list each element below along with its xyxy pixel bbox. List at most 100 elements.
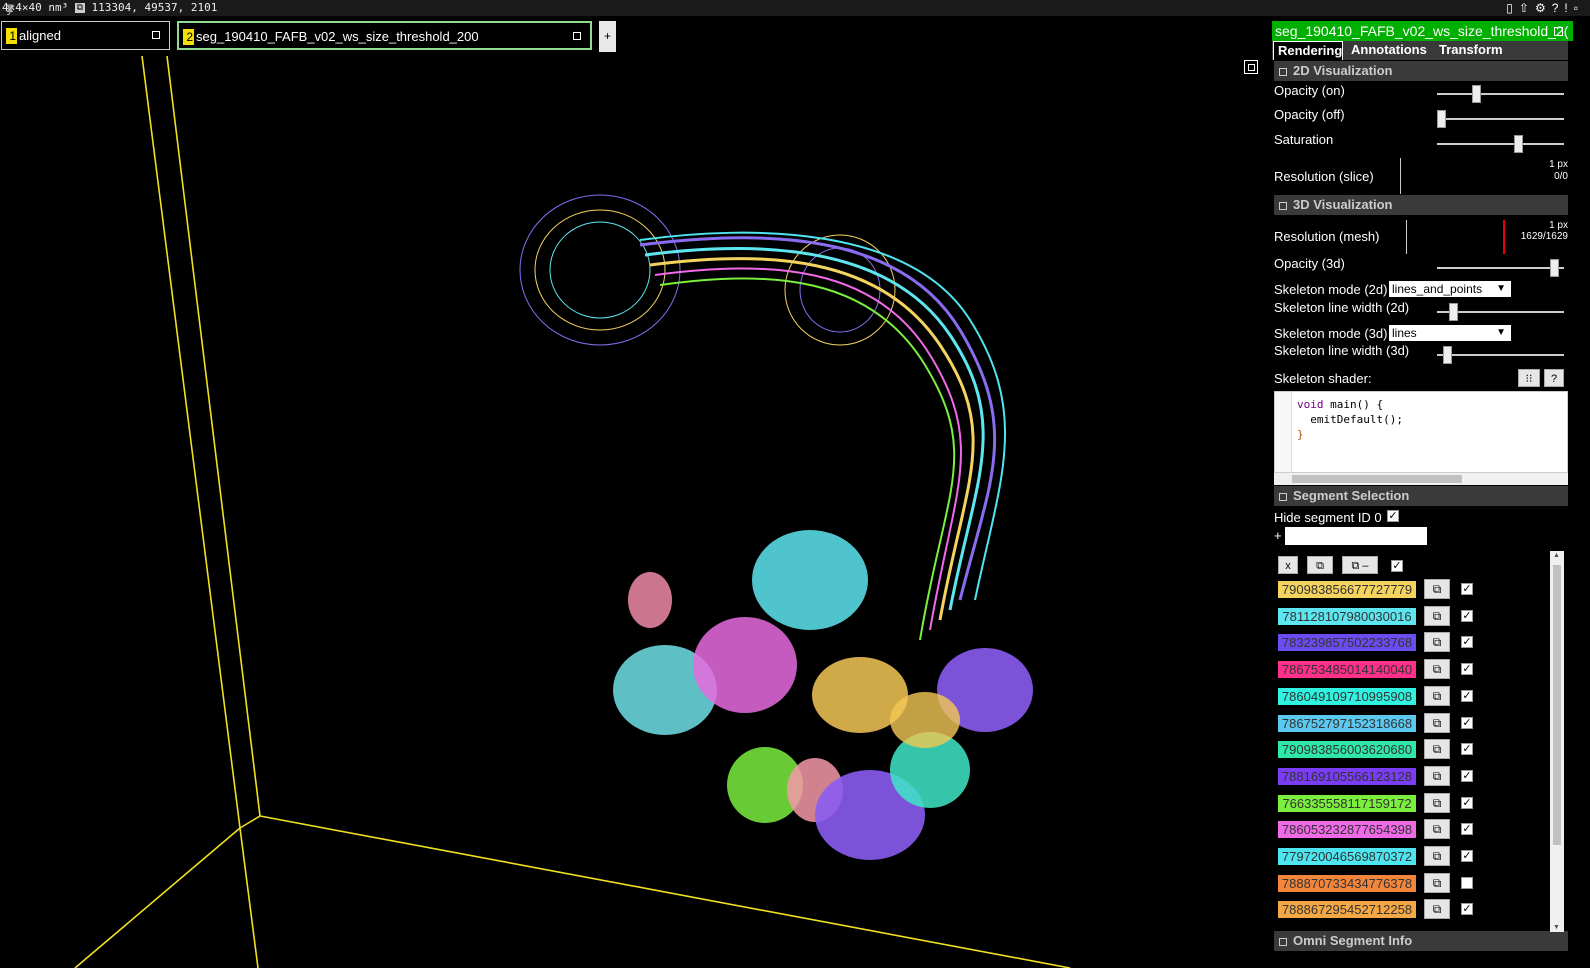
z-coordinate[interactable]: 2101: [191, 1, 218, 14]
add-segment-input[interactable]: [1285, 527, 1427, 545]
hide-segment-zero-checkbox[interactable]: ✓: [1387, 510, 1399, 522]
copy-segment-icon[interactable]: ⧉: [1424, 899, 1450, 920]
opacity-off-slider[interactable]: [1437, 110, 1564, 128]
segment-visibility-checkbox[interactable]: [1461, 876, 1473, 889]
layer-tab-segmentation[interactable]: 2 seg_190410_FAFB_v02_ws_size_threshold_…: [177, 21, 592, 50]
copy-segment-icon[interactable]: ⧉: [1424, 765, 1450, 786]
skeleton-width-2d-slider[interactable]: [1437, 303, 1564, 321]
segment-id-chip[interactable]: 790983856003620680: [1278, 741, 1416, 759]
copy-segment-icon[interactable]: ⧉: [1424, 739, 1450, 760]
shader-editor[interactable]: void main() { emitDefault(); }: [1274, 391, 1568, 473]
copy-segment-icon[interactable]: ⧉: [1424, 579, 1450, 599]
copy-visible-segments-button[interactable]: ⧉ –: [1342, 556, 1378, 574]
segment-id-chip[interactable]: 779720046569870372: [1278, 848, 1416, 865]
segment-id-chip[interactable]: 786753485014140040: [1278, 661, 1416, 679]
slider-thumb[interactable]: [1550, 259, 1560, 277]
copy-segment-icon[interactable]: ⧉: [1424, 632, 1450, 653]
segment-id-chip[interactable]: 783239857502233768: [1278, 634, 1416, 652]
segment-id-chip[interactable]: 786049109710995908: [1278, 687, 1416, 705]
scroll-up-icon[interactable]: ▲: [1553, 552, 1560, 559]
slider-thumb[interactable]: [1513, 135, 1523, 153]
segment-visibility-checkbox[interactable]: ✓: [1461, 636, 1473, 649]
copy-position-icon[interactable]: ⧉: [74, 3, 85, 13]
section-title: Omni Segment Info: [1293, 933, 1413, 948]
3d-viewport[interactable]: [0, 52, 1268, 968]
skeleton-width-3d-slider[interactable]: [1437, 346, 1564, 364]
copy-segment-icon[interactable]: ⧉: [1424, 792, 1450, 813]
copy-segment-icon[interactable]: ⧉: [1424, 659, 1450, 680]
segment-visibility-checkbox[interactable]: ✓: [1461, 583, 1473, 595]
slider-thumb[interactable]: [1472, 85, 1482, 103]
share-icon[interactable]: ⇧: [1519, 1, 1535, 15]
segment-visibility-checkbox[interactable]: ✓: [1461, 663, 1473, 676]
segment-visibility-checkbox[interactable]: ✓: [1461, 769, 1473, 782]
section-segment-selection[interactable]: Segment Selection: [1274, 486, 1568, 506]
segment-id-chip[interactable]: 790983856677727779: [1278, 581, 1416, 598]
copy-segments-button[interactable]: ⧉: [1307, 556, 1333, 574]
section-2d-visualization[interactable]: 2D Visualization: [1274, 61, 1568, 81]
slider-thumb[interactable]: [1437, 110, 1446, 128]
layout-icon[interactable]: ▯: [1506, 1, 1519, 15]
settings-icon[interactable]: ⚙: [1535, 1, 1552, 15]
shader-horizontal-scrollbar[interactable]: [1274, 473, 1568, 485]
segment-visibility-checkbox[interactable]: ✓: [1461, 609, 1473, 622]
toggle-all-segments-checkbox[interactable]: ✓: [1391, 560, 1403, 572]
help-icon[interactable]: ?: [1552, 1, 1565, 15]
scroll-down-icon[interactable]: ▼: [1553, 924, 1560, 931]
segment-visibility-checkbox[interactable]: ✓: [1461, 850, 1473, 862]
tab-annotations[interactable]: Annotations: [1347, 41, 1431, 60]
segment-id-chip[interactable]: 788169105566123128: [1278, 767, 1416, 785]
y-coordinate[interactable]: 49537: [144, 1, 177, 14]
segment-list-scrollbar[interactable]: ▲ ▼: [1550, 551, 1564, 932]
section-omni-segment-info[interactable]: Omni Segment Info: [1274, 931, 1568, 951]
segment-row: 766335558117159172 ⧉ ✓: [1270, 792, 1560, 820]
segment-visibility-checkbox[interactable]: ✓: [1461, 903, 1473, 916]
scrollbar-thumb[interactable]: [1553, 565, 1561, 845]
add-layer-button[interactable]: +: [599, 21, 616, 52]
copy-segment-icon[interactable]: ⧉: [1424, 685, 1450, 706]
shader-help-button[interactable]: ?: [1544, 369, 1564, 387]
segment-visibility-checkbox[interactable]: ✓: [1461, 743, 1473, 756]
skeleton-mode-3d-select[interactable]: lines ▼: [1389, 325, 1511, 341]
layer-tab-aligned[interactable]: 1 aligned: [1, 21, 170, 50]
close-panel-icon[interactable]: ▫: [1574, 1, 1584, 15]
segment-id-chip[interactable]: 786752797152318668: [1278, 714, 1416, 732]
warning-icon[interactable]: !: [1564, 1, 1573, 15]
segment-id-chip[interactable]: 786053232877654398: [1278, 821, 1416, 839]
section-3d-visualization[interactable]: 3D Visualization: [1274, 195, 1568, 215]
resolution-mesh-widget[interactable]: [1406, 220, 1407, 254]
clear-segments-button[interactable]: x: [1278, 556, 1298, 574]
segment-row: 788870733434776378 ⧉: [1270, 872, 1560, 900]
shader-expand-button[interactable]: ⁝⁝: [1518, 369, 1540, 387]
layer-close-icon[interactable]: [573, 32, 581, 40]
segment-row: 788169105566123128 ⧉ ✓: [1270, 765, 1560, 793]
layer-close-icon[interactable]: [152, 31, 160, 39]
skeleton-mode-2d-select[interactable]: lines_and_points ▼: [1389, 281, 1511, 297]
slider-thumb[interactable]: [1448, 303, 1458, 321]
resolution-slice-widget[interactable]: [1400, 158, 1401, 194]
opacity-on-slider[interactable]: [1437, 85, 1564, 103]
copy-segment-icon[interactable]: ⧉: [1424, 712, 1450, 733]
segment-id-chip[interactable]: 788867295452712258: [1278, 901, 1416, 919]
segment-visibility-checkbox[interactable]: ✓: [1461, 716, 1473, 729]
segment-id-chip[interactable]: 781128107980030016: [1278, 607, 1416, 625]
tab-rendering[interactable]: Rendering: [1273, 41, 1343, 60]
opacity-3d-slider[interactable]: [1437, 259, 1564, 277]
saturation-slider[interactable]: [1437, 135, 1564, 153]
shader-code[interactable]: void main() { emitDefault(); }: [1297, 397, 1403, 442]
segment-visibility-checkbox[interactable]: ✓: [1461, 689, 1473, 702]
scrollbar-thumb[interactable]: [1292, 475, 1462, 483]
segment-visibility-checkbox[interactable]: ✓: [1461, 796, 1473, 809]
copy-segment-icon[interactable]: ⧉: [1424, 846, 1450, 866]
segment-id-chip[interactable]: 788870733434776378: [1278, 874, 1416, 892]
close-icon[interactable]: [1554, 27, 1563, 36]
layer-title[interactable]: seg_190410_FAFB_v02_ws_size_threshold_2(: [1272, 21, 1573, 41]
segment-id-chip[interactable]: 766335558117159172: [1278, 794, 1416, 812]
copy-segment-icon[interactable]: ⧉: [1424, 872, 1450, 893]
segment-visibility-checkbox[interactable]: ✓: [1461, 823, 1473, 836]
x-coordinate[interactable]: 113304: [91, 1, 131, 14]
slider-thumb[interactable]: [1442, 346, 1452, 364]
tab-transform[interactable]: Transform: [1435, 41, 1507, 60]
copy-segment-icon[interactable]: ⧉: [1424, 819, 1450, 840]
copy-segment-icon[interactable]: ⧉: [1424, 605, 1450, 626]
